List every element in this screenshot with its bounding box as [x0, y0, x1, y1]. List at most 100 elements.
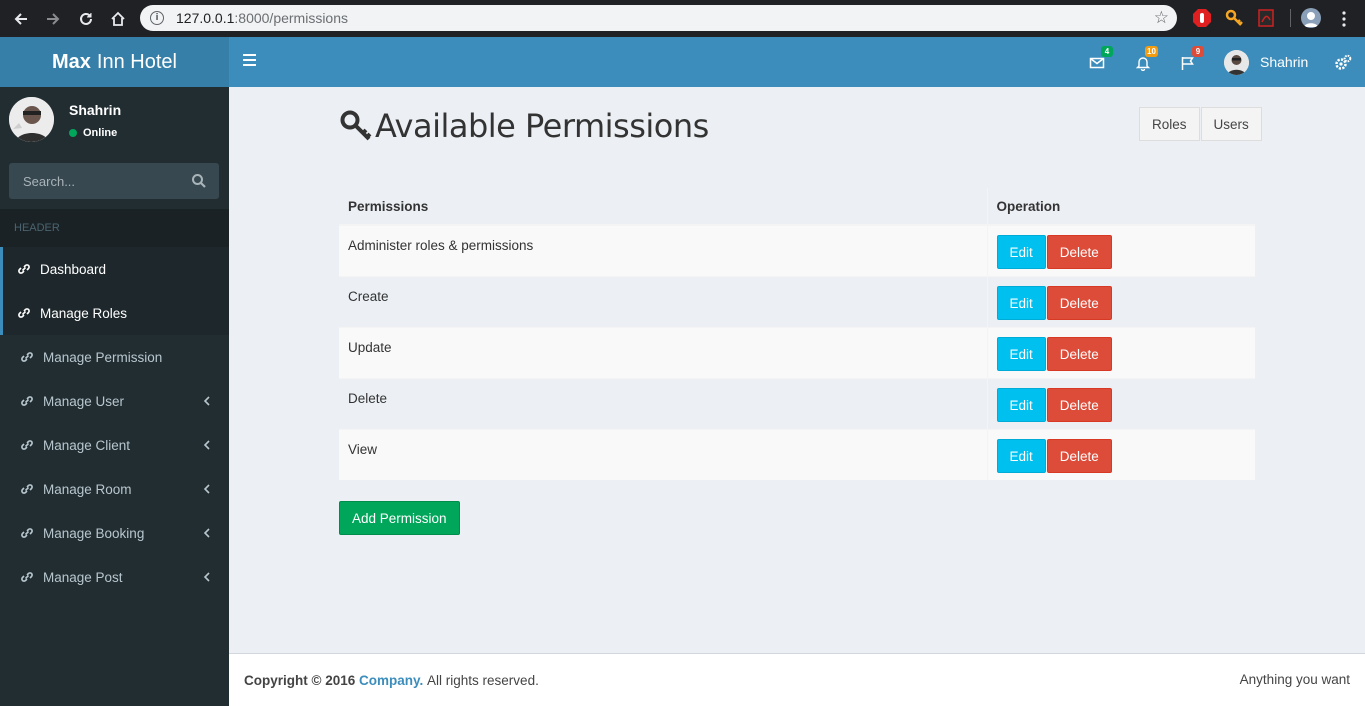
bookmark-star-icon[interactable]: ☆ [1154, 8, 1169, 28]
page-title: Available Permissions [375, 107, 709, 145]
tasks-button[interactable]: 9 [1180, 46, 1204, 74]
user-photo-icon [9, 97, 54, 142]
edit-button[interactable]: Edit [996, 387, 1046, 422]
chevron-left-icon [203, 572, 210, 582]
user-menu[interactable]: Shahrin [1224, 49, 1308, 75]
row-operations: Edit Delete [986, 428, 1255, 480]
delete-button[interactable]: Delete [1046, 235, 1112, 269]
sidebar-search [9, 163, 219, 199]
url-path: :8000/permissions [234, 10, 349, 26]
bell-icon [1135, 57, 1151, 72]
sidebar-avatar [9, 97, 54, 142]
sidebar-item-manage-roles[interactable]: Manage Roles [0, 291, 229, 335]
permission-name: Administer roles & permissions [339, 224, 987, 276]
users-button[interactable]: Users [1200, 107, 1262, 141]
main-content: Available Permissions Roles Users Permis… [229, 87, 1365, 653]
table-row: Delete Edit Delete [339, 377, 1255, 429]
edit-button[interactable]: Edit [996, 235, 1046, 269]
home-icon [111, 11, 125, 26]
delete-button[interactable]: Delete [1046, 285, 1112, 320]
delete-button[interactable]: Delete [1046, 387, 1112, 422]
sidebar-item-label: Manage Client [43, 437, 131, 453]
sidebar-item-manage-room[interactable]: Manage Room [0, 467, 229, 511]
status-label: Online [83, 127, 118, 139]
search-icon[interactable] [191, 173, 207, 189]
arrow-right-icon [47, 12, 60, 25]
row-operations: Edit Delete [986, 377, 1255, 429]
logo-text: Inn Hotel [96, 50, 177, 73]
chevron-left-icon [203, 528, 210, 538]
more-vertical-icon [1342, 10, 1346, 27]
sidebar-item-manage-client[interactable]: Manage Client [0, 423, 229, 467]
back-button[interactable] [5, 0, 37, 37]
delete-button[interactable]: Delete [1046, 336, 1112, 371]
pdf-extension-icon[interactable] [1256, 8, 1276, 28]
permissions-table: Permissions Operation Administer roles &… [339, 188, 1255, 480]
rights-text: All rights reserved. [427, 672, 539, 688]
home-button[interactable] [102, 0, 134, 37]
table-row: Create Edit Delete [339, 275, 1255, 327]
link-icon [18, 308, 30, 318]
sidebar-search-input[interactable] [23, 173, 183, 189]
sidebar-item-manage-user[interactable]: Manage User [0, 379, 229, 423]
edit-button[interactable]: Edit [996, 336, 1046, 371]
envelope-icon [1089, 57, 1105, 69]
edit-button[interactable]: Edit [996, 438, 1046, 473]
toolbar-divider [1290, 9, 1291, 27]
sidebar-item-manage-permission[interactable]: Manage Permission [0, 335, 229, 379]
sidebar-menu: Dashboard Manage Roles Manage Permission… [0, 247, 229, 599]
sidebar-item-manage-booking[interactable]: Manage Booking [0, 511, 229, 555]
address-bar[interactable]: i 127.0.0.1:8000/permissions ☆ [140, 5, 1177, 31]
link-icon [21, 396, 33, 406]
key-extension-icon[interactable] [1224, 8, 1244, 28]
user-photo-icon [1224, 49, 1249, 75]
reload-button[interactable] [70, 0, 102, 37]
sidebar-user-name: Shahrin [69, 102, 122, 118]
copyright-text: Copyright © 2016 [244, 672, 356, 688]
permission-name: Delete [339, 377, 987, 429]
profile-avatar[interactable] [1301, 8, 1321, 28]
key-icon [340, 110, 372, 141]
sidebar-item-manage-post[interactable]: Manage Post [0, 555, 229, 599]
notifications-badge: 10 [1145, 46, 1158, 57]
link-icon [21, 528, 33, 538]
messages-button[interactable]: 4 [1089, 46, 1113, 74]
sidebar-toggle-button[interactable] [243, 54, 257, 70]
arrow-left-icon [14, 12, 27, 25]
table-row: View Edit Delete [339, 428, 1255, 480]
browser-menu-button[interactable] [1328, 0, 1360, 37]
footer: Copyright © 2016 Company. All rights res… [229, 653, 1365, 706]
logo-bold-text: Max [52, 50, 91, 73]
roles-button[interactable]: Roles [1139, 107, 1200, 141]
link-icon [21, 440, 33, 450]
gears-icon [1335, 54, 1352, 70]
page-header: Available Permissions [339, 107, 709, 145]
link-icon [18, 264, 30, 274]
reload-icon [80, 12, 92, 25]
online-status: Online [69, 127, 117, 139]
control-sidebar-button[interactable] [1334, 52, 1356, 74]
sidebar-item-dashboard[interactable]: Dashboard [0, 247, 229, 291]
company-link[interactable]: Company. [359, 673, 423, 688]
permission-name: View [339, 428, 987, 480]
user-avatar [1224, 49, 1249, 75]
link-icon [21, 484, 33, 494]
app-logo[interactable]: Max Inn Hotel [0, 37, 229, 87]
edit-button[interactable]: Edit [996, 285, 1046, 320]
table-row: Update Edit Delete [339, 326, 1255, 378]
row-operations: Edit Delete [986, 326, 1255, 378]
browser-toolbar: i 127.0.0.1:8000/permissions ☆ [0, 0, 1365, 37]
column-header-permissions: Permissions [339, 188, 987, 226]
sidebar-item-label: Manage Room [43, 481, 132, 497]
sidebar-item-label: Manage Booking [43, 525, 145, 541]
add-permission-button[interactable]: Add Permission [339, 501, 460, 535]
adblock-extension-icon[interactable] [1192, 8, 1212, 28]
chevron-left-icon [203, 440, 210, 450]
sidebar-item-label: Dashboard [40, 261, 107, 277]
info-icon[interactable]: i [150, 11, 164, 25]
messages-badge: 4 [1101, 46, 1113, 57]
forward-button[interactable] [37, 0, 69, 37]
delete-button[interactable]: Delete [1046, 438, 1112, 473]
notifications-button[interactable]: 10 [1135, 46, 1158, 74]
tasks-badge: 9 [1192, 46, 1204, 57]
